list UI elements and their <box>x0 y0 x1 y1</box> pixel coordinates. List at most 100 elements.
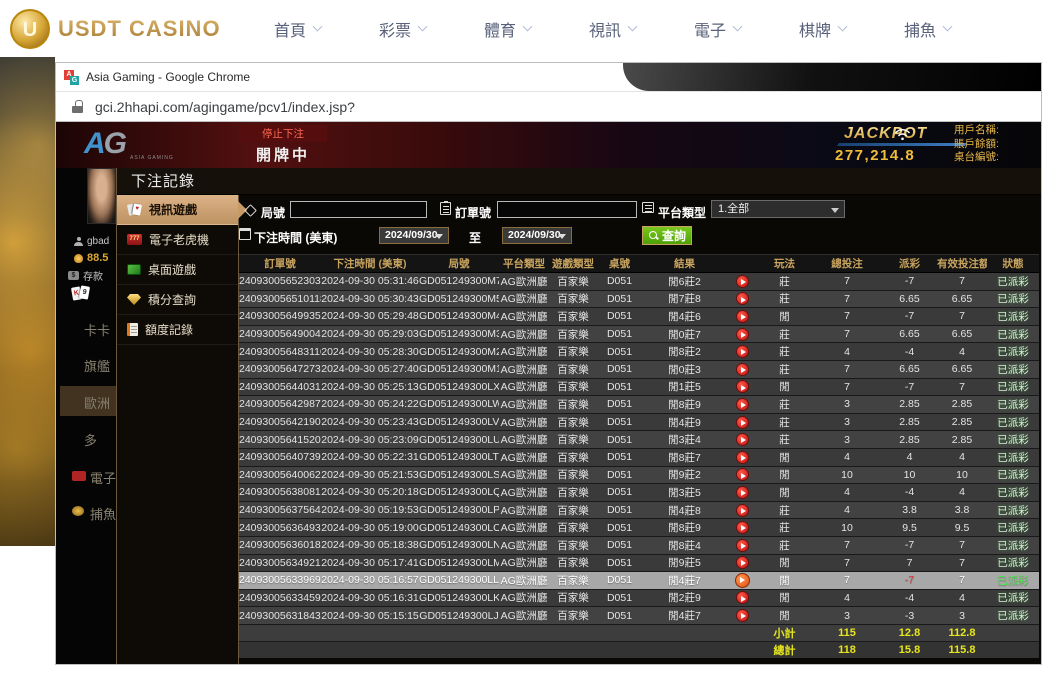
play-cell[interactable] <box>727 273 757 291</box>
play-cell[interactable] <box>727 290 757 308</box>
table-row[interactable]: 2409300564152062024-09-30 05:23:09GD0512… <box>239 431 1039 449</box>
table-row[interactable]: 2409300564006212024-09-30 05:21:53GD0512… <box>239 466 1039 484</box>
date-to-picker[interactable]: 2024/09/30 <box>502 227 572 244</box>
table-row[interactable]: 2409300564219072024-09-30 05:23:43GD0512… <box>239 413 1039 431</box>
valid-bet-cell: 4 <box>937 589 987 607</box>
play-icon[interactable] <box>736 310 749 323</box>
play-cell[interactable] <box>727 378 757 396</box>
table-row[interactable]: 2409300564727332024-09-30 05:27:40GD0512… <box>239 360 1039 378</box>
play-icon[interactable] <box>736 380 749 393</box>
avatar <box>87 168 116 224</box>
play-icon[interactable] <box>736 504 749 517</box>
play-icon[interactable] <box>736 275 749 288</box>
play-icon[interactable] <box>736 345 749 358</box>
sidebar-item-table-games[interactable]: 桌面遊戲 <box>117 255 238 285</box>
hall-kaka: 卡卡 <box>84 320 110 339</box>
window-titlebar[interactable]: Asia Gaming - Google Chrome <box>56 63 1041 91</box>
balance-row: 88.5 <box>74 252 108 264</box>
play-icon[interactable] <box>736 468 749 481</box>
play-icon[interactable] <box>736 398 749 411</box>
play-icon[interactable] <box>735 573 750 588</box>
table-row[interactable]: 2409300565101182024-09-30 05:30:43GD0512… <box>239 290 1039 308</box>
play-cell[interactable] <box>727 308 757 326</box>
nav-item-lottery[interactable]: 彩票 <box>374 17 432 41</box>
play-cell[interactable] <box>727 431 757 449</box>
play-icon[interactable] <box>736 486 749 499</box>
nav-item-home[interactable]: 首頁 <box>269 17 327 41</box>
play-icon[interactable] <box>736 609 749 622</box>
play-icon[interactable] <box>736 521 749 534</box>
round-no-cell: GD051249300M4 <box>419 308 499 326</box>
play-cell[interactable] <box>727 360 757 378</box>
date-from-picker[interactable]: 2024/09/30 <box>379 227 449 244</box>
play-icon[interactable] <box>736 451 749 464</box>
play-icon[interactable] <box>736 539 749 552</box>
play-icon[interactable] <box>736 292 749 305</box>
play-icon[interactable] <box>736 556 749 569</box>
play-cell[interactable] <box>727 325 757 343</box>
play-cell[interactable] <box>727 536 757 554</box>
sidebar-item-points-query[interactable]: 積分查詢 <box>117 285 238 315</box>
play-icon[interactable] <box>736 433 749 446</box>
platform-type-select[interactable]: 1.全部 <box>711 200 845 218</box>
play-cell[interactable] <box>727 501 757 519</box>
play-cell[interactable] <box>727 572 757 590</box>
table-row[interactable]: 2409300563649382024-09-30 05:19:00GD0512… <box>239 519 1039 537</box>
search-button[interactable]: 查詢 <box>642 226 692 245</box>
round-no-cell: GD051249300LN <box>419 536 499 554</box>
play-icon[interactable] <box>736 363 749 376</box>
play-cell[interactable] <box>727 343 757 361</box>
table-row[interactable]: 2409300564403162024-09-30 05:25:13GD0512… <box>239 378 1039 396</box>
play-cell[interactable] <box>727 484 757 502</box>
table-row[interactable]: 2409300563601872024-09-30 05:18:38GD0512… <box>239 536 1039 554</box>
table-row[interactable]: 2409300563396922024-09-30 05:16:57GD0512… <box>239 572 1039 590</box>
table-row[interactable]: 2409300564831102024-09-30 05:28:30GD0512… <box>239 343 1039 361</box>
bet-time-cell: 2024-09-30 05:20:18 <box>321 484 419 502</box>
play-cell[interactable] <box>727 413 757 431</box>
play-cell[interactable] <box>727 466 757 484</box>
play-cell[interactable] <box>727 554 757 572</box>
table-row[interactable]: 2409300563184362024-09-30 05:15:15GD0512… <box>239 607 1039 625</box>
table-row[interactable]: 2409300563808102024-09-30 05:20:18GD0512… <box>239 484 1039 502</box>
nav-item-slots[interactable]: 電子 <box>689 17 747 41</box>
order-no-label: 訂單號 <box>455 204 491 221</box>
round-no-input[interactable] <box>290 201 427 218</box>
bet-type-cell: 莊 <box>757 360 812 378</box>
total-bet-cell: 4 <box>812 343 882 361</box>
nav-item-fishing[interactable]: 捕魚 <box>899 17 957 41</box>
play-cell[interactable] <box>727 396 757 414</box>
address-bar[interactable]: gci.2hhapi.com/agingame/pcv1/index.jsp? <box>56 91 1041 122</box>
play-icon[interactable] <box>736 416 749 429</box>
sidebar-item-quota-records[interactable]: 額度記錄 <box>117 315 238 345</box>
play-icon[interactable] <box>736 328 749 341</box>
nav-item-sports[interactable]: 體育 <box>479 17 537 41</box>
sidebar-item-slot-machines[interactable]: 電子老虎機 <box>117 225 238 255</box>
table-row[interactable]: 2409300563492162024-09-30 05:17:41GD0512… <box>239 554 1039 572</box>
table-row[interactable]: 2409300564073932024-09-30 05:22:31GD0512… <box>239 448 1039 466</box>
play-icon[interactable] <box>736 591 749 604</box>
nav-label: 捕魚 <box>904 17 936 41</box>
table-row[interactable]: 2409300564993592024-09-30 05:29:48GD0512… <box>239 308 1039 326</box>
sidebar-item-live-games[interactable]: 視訊遊戲 <box>117 195 238 225</box>
status-cell: 已派彩 <box>987 290 1039 308</box>
play-cell[interactable] <box>727 519 757 537</box>
date-to-value: 2024/09/30 <box>508 229 561 241</box>
table-row[interactable]: 2409300565230322024-09-30 05:31:46GD0512… <box>239 273 1039 291</box>
bet-time-cell: 2024-09-30 05:15:15 <box>321 607 419 625</box>
nav-item-live[interactable]: 視訊 <box>584 17 642 41</box>
nav-item-poker[interactable]: 棋牌 <box>794 17 852 41</box>
chevron-down-icon <box>418 22 428 32</box>
table-row[interactable]: 2409300563345972024-09-30 05:16:31GD0512… <box>239 589 1039 607</box>
play-cell[interactable] <box>727 448 757 466</box>
table-row[interactable]: 2409300564298712024-09-30 05:24:22GD0512… <box>239 396 1039 414</box>
play-cell[interactable] <box>727 607 757 625</box>
table-row[interactable]: 2409300564900482024-09-30 05:29:03GD0512… <box>239 325 1039 343</box>
order-no-input[interactable] <box>497 201 637 218</box>
site-logo[interactable]: U USDT CASINO <box>10 9 221 49</box>
screen: U USDT CASINO 首頁 彩票 體育 視訊 電子 棋牌 捕魚 Asia … <box>0 0 1042 676</box>
table-row[interactable]: 2409300563756452024-09-30 05:19:53GD0512… <box>239 501 1039 519</box>
status-cell: 已派彩 <box>987 554 1039 572</box>
valid-bet-cell: 4 <box>937 448 987 466</box>
play-cell[interactable] <box>727 589 757 607</box>
table-no-cell: D051 <box>597 572 642 590</box>
